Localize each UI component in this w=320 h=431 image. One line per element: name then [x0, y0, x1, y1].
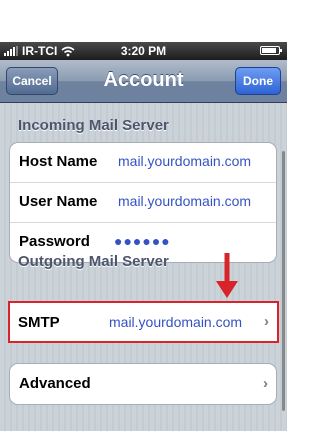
navigation-bar: Cancel Account Done: [0, 60, 287, 103]
scroll-indicator[interactable]: [282, 151, 285, 411]
incoming-section-header: Incoming Mail Server: [18, 117, 169, 134]
advanced-group: Advanced ›: [9, 363, 277, 405]
chevron-right-icon: ›: [264, 313, 269, 330]
battery-icon: [260, 46, 282, 55]
user-name-row[interactable]: User Name mail.yourdomain.com: [10, 183, 276, 223]
password-label: Password: [19, 233, 90, 250]
smtp-label: SMTP: [18, 314, 60, 331]
clock: 3:20 PM: [120, 44, 167, 58]
advanced-row[interactable]: Advanced ›: [10, 364, 276, 404]
incoming-server-group: Host Name mail.yourdomain.com User Name …: [9, 142, 277, 263]
host-name-field[interactable]: mail.yourdomain.com: [118, 153, 251, 169]
smtp-server-value: mail.yourdomain.com: [109, 314, 243, 330]
smtp-row[interactable]: SMTP mail.yourdomain.com ›: [8, 301, 279, 343]
red-arrow-annotation: [216, 253, 238, 298]
host-name-row[interactable]: Host Name mail.yourdomain.com: [10, 143, 276, 183]
done-button[interactable]: Done: [235, 67, 281, 95]
user-name-field[interactable]: mail.yourdomain.com: [118, 193, 251, 209]
advanced-label: Advanced: [19, 375, 91, 392]
user-name-label: User Name: [19, 193, 98, 210]
top-margin: [0, 0, 287, 42]
status-bar: IR-TCI 3:20 PM: [0, 42, 287, 60]
host-name-label: Host Name: [19, 153, 98, 170]
outgoing-section-header: Outgoing Mail Server: [18, 253, 169, 270]
chevron-right-icon: ›: [263, 375, 268, 392]
settings-content[interactable]: Incoming Mail Server Host Name mail.your…: [0, 103, 287, 431]
password-field[interactable]: ●●●●●●: [114, 233, 171, 249]
